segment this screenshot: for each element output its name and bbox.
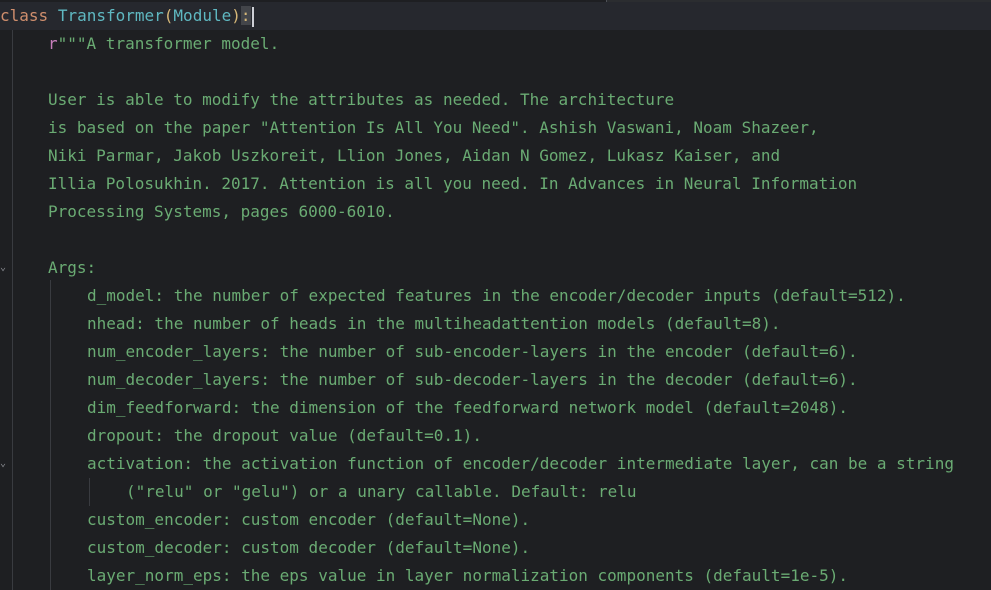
docstring-line[interactable]: ("relu" or "gelu") or a unary callable. …: [0, 478, 991, 506]
docstring-line[interactable]: d_model: the number of expected features…: [0, 282, 991, 310]
docstring-line[interactable]: num_encoder_layers: the number of sub-en…: [0, 338, 991, 366]
docstring-line[interactable]: [0, 226, 991, 254]
docstring-line[interactable]: Illia Polosukhin. 2017. Attention is all…: [0, 170, 991, 198]
docstring-line[interactable]: activation: the activation function of e…: [0, 450, 991, 478]
docstring-text: """A transformer model.: [57, 34, 280, 53]
text-cursor: [251, 6, 254, 27]
docstring-line[interactable]: [0, 58, 991, 86]
docstring-line[interactable]: custom_encoder: custom encoder (default=…: [0, 506, 991, 534]
docstring-line[interactable]: Args:: [0, 254, 991, 282]
docstring-line[interactable]: User is able to modify the attributes as…: [0, 86, 991, 114]
docstring-line[interactable]: nhead: the number of heads in the multih…: [0, 310, 991, 338]
close-paren: ): [231, 6, 241, 25]
docstring-line[interactable]: is based on the paper "Attention Is All …: [0, 114, 991, 142]
colon: :: [240, 6, 251, 25]
docstring-line[interactable]: Processing Systems, pages 6000-6010.: [0, 198, 991, 226]
docstring-line[interactable]: num_decoder_layers: the number of sub-de…: [0, 366, 991, 394]
raw-string-prefix: r: [48, 34, 58, 53]
class-keyword: class: [0, 6, 49, 25]
base-class-name: Module: [173, 6, 232, 25]
class-name: Transformer: [57, 6, 164, 25]
docstring-line[interactable]: r"""A transformer model.: [0, 30, 991, 58]
docstring-line[interactable]: layer_norm_eps: the eps value in layer n…: [0, 562, 991, 590]
docstring-line[interactable]: Niki Parmar, Jakob Uszkoreit, Llion Jone…: [0, 142, 991, 170]
docstring-line[interactable]: dropout: the dropout value (default=0.1)…: [0, 422, 991, 450]
docstring-line[interactable]: custom_decoder: custom decoder (default=…: [0, 534, 991, 562]
open-paren: (: [163, 6, 174, 25]
code-editor[interactable]: class Transformer(Module): r"""A transfo…: [0, 0, 991, 590]
docstring-line[interactable]: dim_feedforward: the dimension of the fe…: [0, 394, 991, 422]
code-line-class-def[interactable]: class Transformer(Module):: [0, 2, 991, 30]
